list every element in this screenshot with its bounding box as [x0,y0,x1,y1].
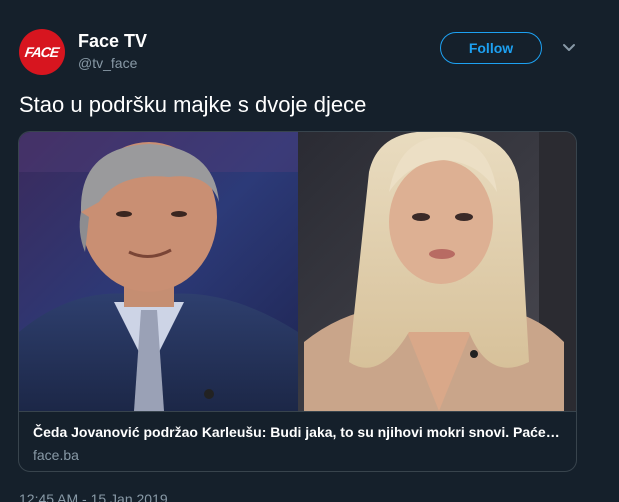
account-name[interactable]: Face TV [78,31,147,52]
card-domain[interactable]: face.ba [33,447,79,463]
card-image[interactable] [19,132,576,411]
card-title[interactable]: Čeda Jovanović podržao Karleušu: Budi ja… [33,424,563,440]
card-photo [19,132,576,411]
card-meta[interactable]: Čeda Jovanović podržao Karleušu: Budi ja… [19,411,576,471]
tweet-text: Stao u podršku majke s dvoje djece [19,92,367,117]
face-tv-logo-icon: FACE [24,44,60,60]
tweet-timestamp[interactable]: 12:45 AM - 15 Jan 2019 [19,491,168,502]
follow-button[interactable]: Follow [440,32,542,64]
avatar[interactable]: FACE [19,29,65,75]
account-handle[interactable]: @tv_face [78,55,137,71]
link-card[interactable]: Čeda Jovanović podržao Karleušu: Budi ja… [18,131,577,472]
tweet-container: FACE Face TV @tv_face Follow Stao u podr… [0,0,619,502]
chevron-down-icon[interactable] [562,43,576,53]
